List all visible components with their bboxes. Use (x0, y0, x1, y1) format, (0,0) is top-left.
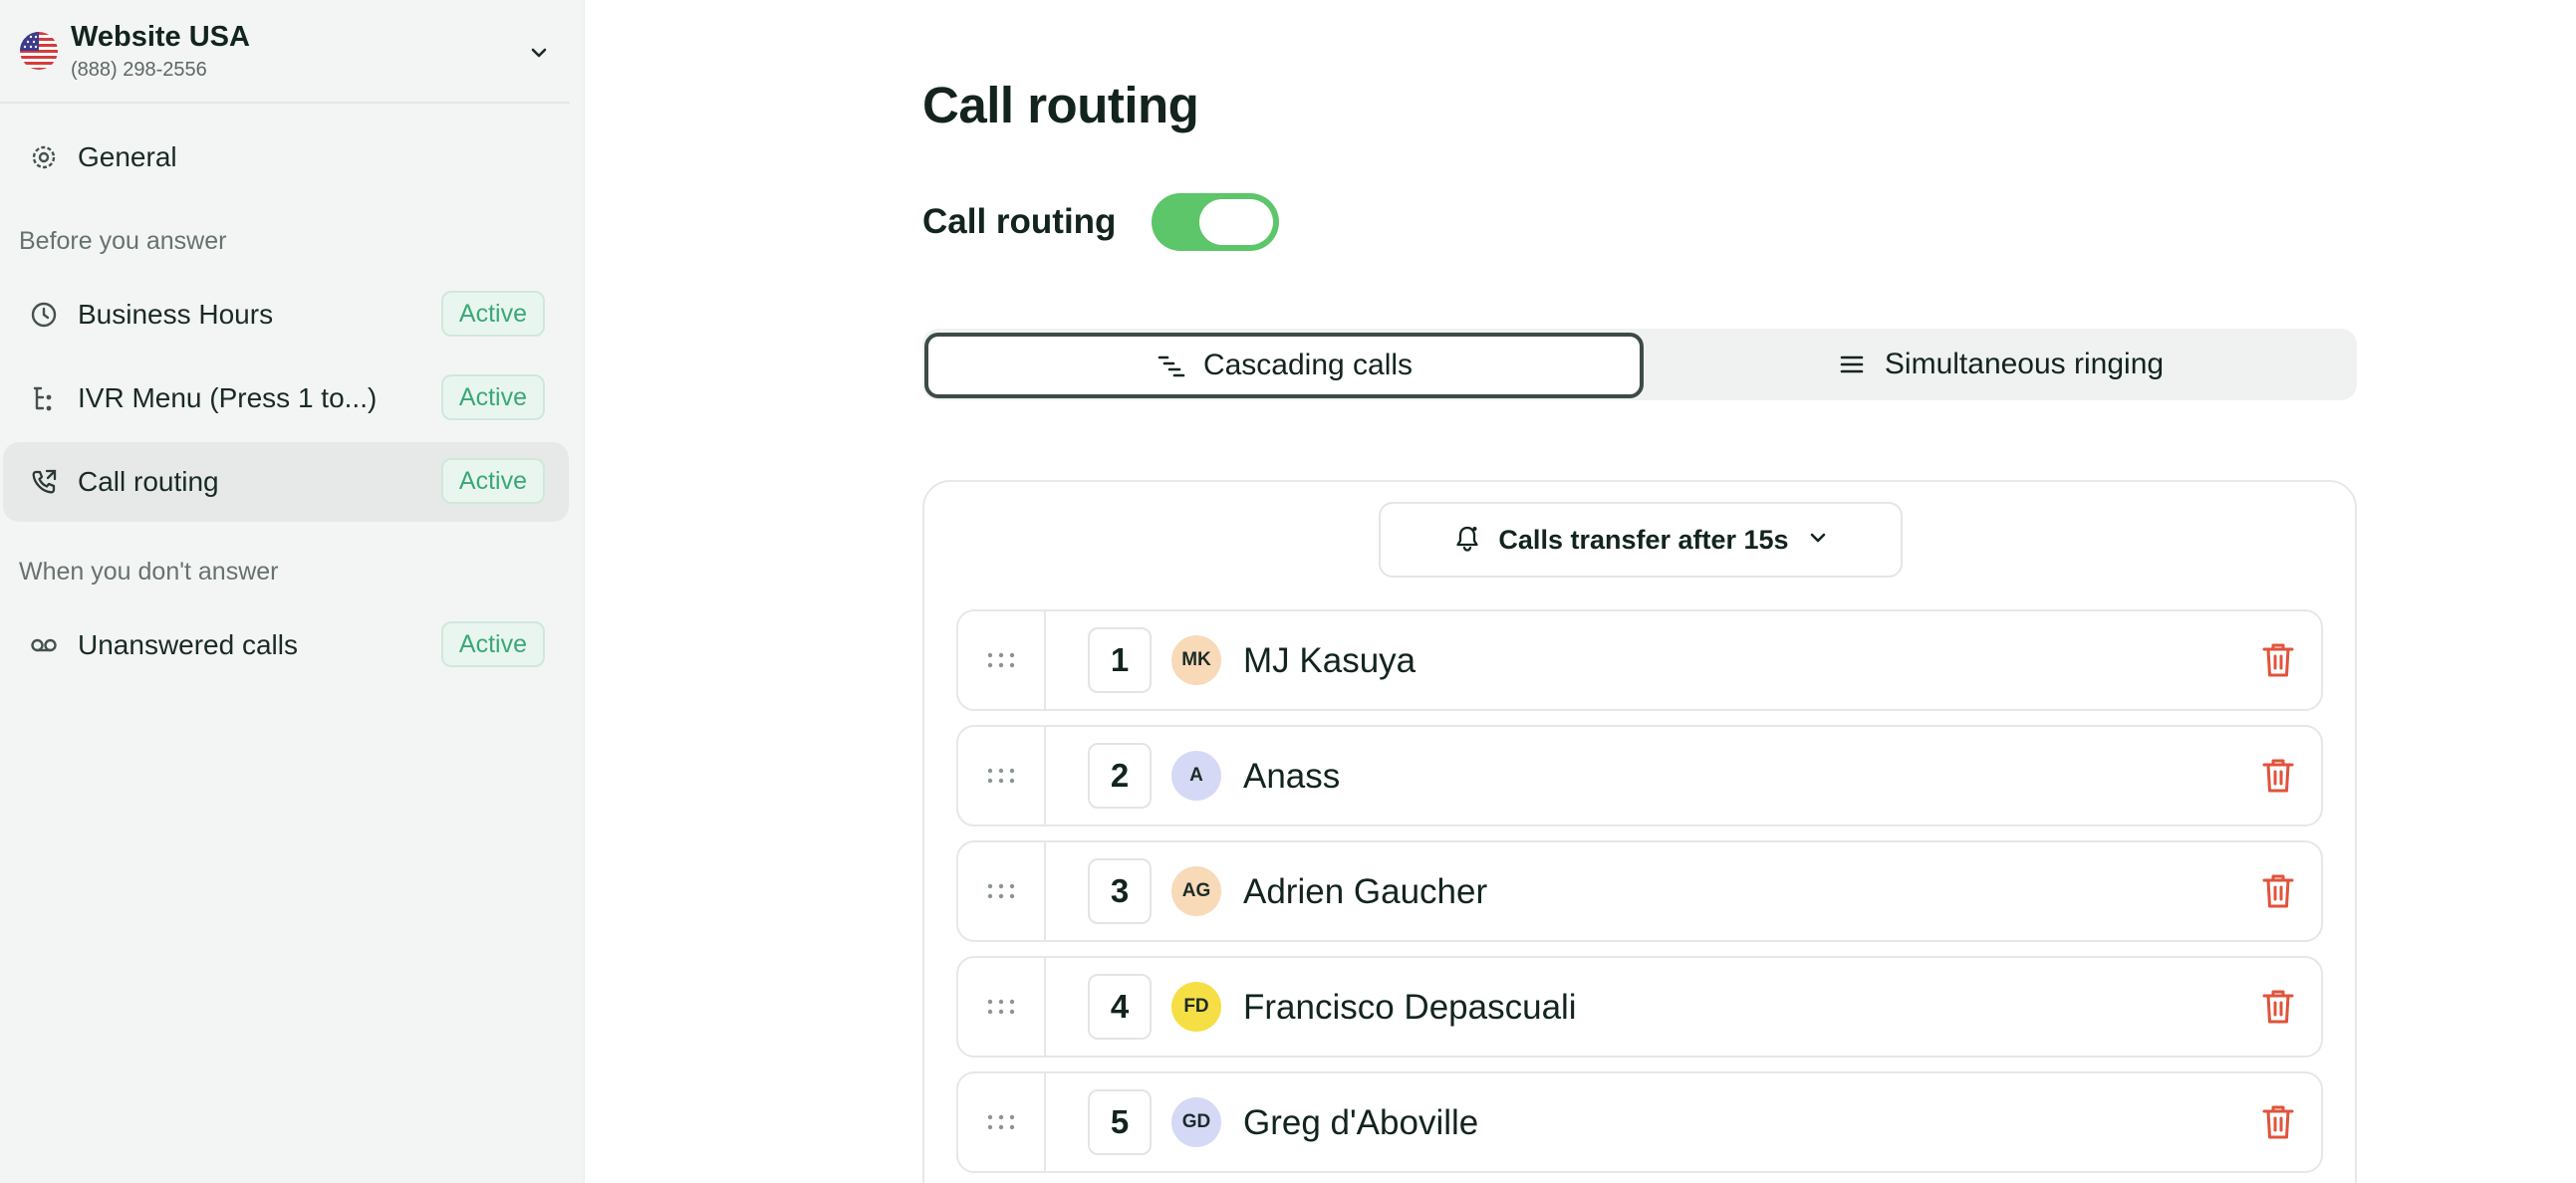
call-routing-toggle[interactable] (1152, 193, 1279, 251)
member-row: 2 A Anass (956, 725, 2323, 827)
avatar: FD (1171, 982, 1221, 1032)
section-before-you-answer: Before you answer (19, 227, 227, 255)
routing-mode-tabs: Cascading calls Simultaneous ringing (922, 329, 2357, 400)
member-name: Greg d'Aboville (1243, 1103, 1479, 1142)
sidebar-item-general[interactable]: General (3, 118, 569, 197)
bell-timer-icon (1452, 523, 1482, 558)
status-badge: Active (440, 374, 545, 420)
tab-simultaneous-ringing[interactable]: Simultaneous ringing (1644, 329, 2357, 400)
member-row: 1 MK MJ Kasuya (956, 609, 2323, 711)
call-routing-toggle-label: Call routing (922, 202, 1117, 241)
drag-handle-icon[interactable] (958, 958, 1046, 1056)
sidebar-item-label: Business Hours (78, 299, 274, 330)
sidebar-item-ivr-menu[interactable]: IVR Menu (Press 1 to...) Active (3, 358, 569, 438)
member-name: Adrien Gaucher (1243, 872, 1488, 911)
tab-label: Simultaneous ringing (1884, 348, 2165, 380)
drag-handle-icon[interactable] (958, 1073, 1046, 1171)
tab-cascading-calls[interactable]: Cascading calls (924, 333, 1644, 398)
order-number: 4 (1088, 974, 1152, 1040)
member-name: Anass (1243, 757, 1341, 796)
ivr-tree-icon (29, 383, 59, 413)
order-number: 5 (1088, 1089, 1152, 1155)
clock-icon (29, 300, 59, 330)
sidebar-item-business-hours[interactable]: Business Hours Active (3, 275, 569, 355)
trash-icon[interactable] (2257, 1101, 2299, 1143)
member-row: 4 FD Francisco Depascuali (956, 956, 2323, 1058)
member-row: 3 AG Adrien Gaucher (956, 840, 2323, 942)
avatar: AG (1171, 866, 1221, 916)
us-flag-icon (20, 32, 58, 70)
order-number: 3 (1088, 858, 1152, 924)
workspace-switcher[interactable]: Website USA (888) 298-2556 (0, 0, 570, 104)
chevron-down-icon[interactable] (528, 42, 550, 64)
sidebar: Website USA (888) 298-2556 General Befor… (0, 0, 585, 1183)
transfer-delay-dropdown[interactable]: Calls transfer after 15s (1379, 502, 1903, 578)
workspace-phone: (888) 298-2556 (71, 59, 207, 81)
status-badge: Active (440, 458, 545, 504)
workspace-name: Website USA (71, 21, 250, 53)
trash-icon[interactable] (2257, 986, 2299, 1028)
drag-handle-icon[interactable] (958, 727, 1046, 825)
avatar: GD (1171, 1097, 1221, 1147)
toggle-knob (1199, 199, 1273, 245)
member-row: 5 GD Greg d'Aboville (956, 1071, 2323, 1173)
status-badge: Active (440, 621, 545, 667)
section-when-you-dont-answer: When you don't answer (19, 558, 279, 586)
sidebar-item-label: Call routing (78, 466, 219, 497)
cascade-icon (1156, 351, 1185, 380)
trash-icon[interactable] (2257, 870, 2299, 912)
sidebar-item-call-routing[interactable]: Call routing Active (3, 442, 569, 522)
lines-icon (1837, 350, 1867, 379)
member-name: MJ Kasuya (1243, 641, 1417, 680)
avatar: MK (1171, 635, 1221, 685)
sidebar-item-label: General (78, 141, 177, 172)
tab-label: Cascading calls (1202, 349, 1414, 381)
drag-handle-icon[interactable] (958, 611, 1046, 709)
status-badge: Active (440, 291, 545, 337)
gear-icon (29, 142, 59, 172)
trash-icon[interactable] (2257, 755, 2299, 797)
sidebar-item-unanswered-calls[interactable]: Unanswered calls Active (3, 605, 569, 685)
drag-handle-icon[interactable] (958, 842, 1046, 940)
order-number: 2 (1088, 743, 1152, 809)
member-name: Francisco Depascuali (1243, 988, 1577, 1027)
order-number: 1 (1088, 627, 1152, 693)
avatar: A (1171, 751, 1221, 801)
transfer-delay-label: Calls transfer after 15s (1498, 524, 1789, 555)
trash-icon[interactable] (2257, 639, 2299, 681)
phone-forward-icon (29, 467, 59, 497)
chevron-down-icon (1807, 527, 1829, 554)
sidebar-item-label: Unanswered calls (78, 629, 298, 660)
page-title: Call routing (922, 77, 1199, 133)
sidebar-item-label: IVR Menu (Press 1 to...) (78, 382, 378, 413)
voicemail-icon (29, 630, 59, 660)
